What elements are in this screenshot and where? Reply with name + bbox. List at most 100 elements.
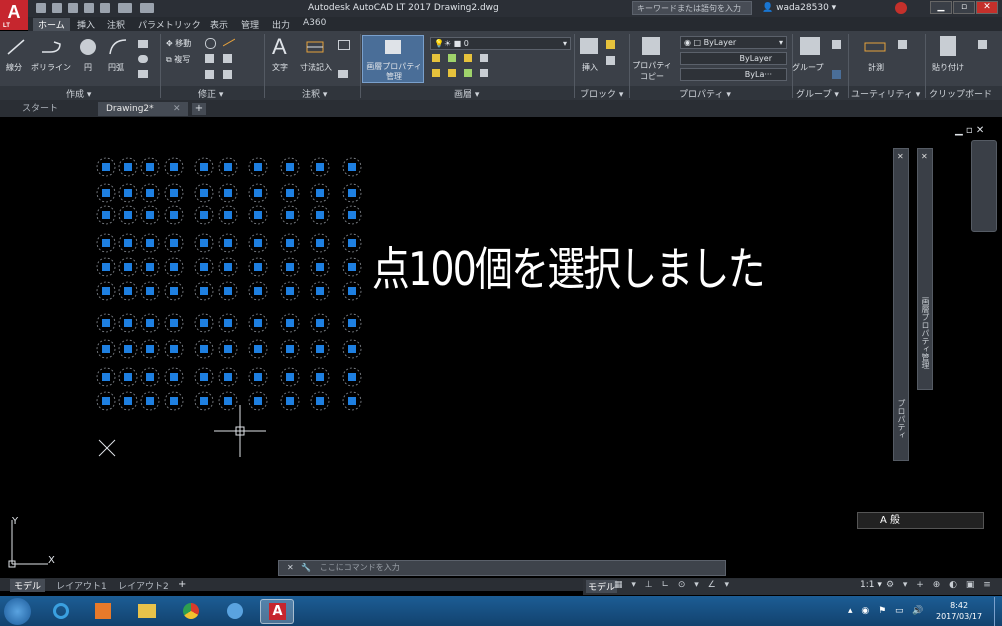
selected-point-grip[interactable] bbox=[118, 367, 138, 387]
layer-tool-icon[interactable] bbox=[464, 69, 472, 77]
selected-point-grip[interactable] bbox=[280, 339, 300, 359]
panel-draw-label[interactable]: 作成 ▾ bbox=[66, 87, 91, 100]
selected-point-grip[interactable] bbox=[140, 233, 160, 253]
layer-tool-icon[interactable] bbox=[448, 69, 456, 77]
selected-point-grip[interactable] bbox=[342, 391, 362, 411]
selected-point-grip[interactable] bbox=[248, 281, 268, 301]
annotation-scale[interactable]: 1:1 ▾ bbox=[860, 580, 882, 590]
arc-icon[interactable] bbox=[108, 38, 128, 56]
ime-toolbar[interactable]: A 般 bbox=[857, 512, 984, 529]
selected-point-grip[interactable] bbox=[96, 205, 116, 225]
selected-point-grip[interactable] bbox=[140, 157, 160, 177]
selected-point-grip[interactable] bbox=[194, 313, 214, 333]
selected-point-grip[interactable] bbox=[218, 183, 238, 203]
leader-icon[interactable] bbox=[338, 40, 350, 50]
stretch-icon[interactable] bbox=[205, 70, 214, 79]
text-icon[interactable]: A bbox=[272, 34, 287, 60]
lineweight-dropdown[interactable]: ByLa··· bbox=[680, 68, 787, 81]
selected-point-grip[interactable] bbox=[164, 157, 184, 177]
layer-tool-icon[interactable] bbox=[480, 69, 488, 77]
selected-point-grip[interactable] bbox=[248, 183, 268, 203]
boundary-icon[interactable] bbox=[138, 70, 148, 78]
status-toggles[interactable]: ▦ ▾ ⊥ ∟ ⊙ ▾ ∠ ▾ bbox=[614, 580, 732, 590]
rectangle-icon[interactable] bbox=[138, 40, 148, 48]
explorer-icon[interactable] bbox=[130, 599, 164, 624]
move-button[interactable]: ✥ 移動 bbox=[166, 38, 191, 49]
selected-point-grip[interactable] bbox=[280, 367, 300, 387]
save-icon[interactable] bbox=[68, 3, 78, 13]
selected-point-grip[interactable] bbox=[140, 257, 160, 277]
selected-point-grip[interactable] bbox=[118, 205, 138, 225]
selected-point-grip[interactable] bbox=[342, 183, 362, 203]
minimize-button[interactable]: ▁ bbox=[930, 1, 952, 14]
selected-point-grip[interactable] bbox=[248, 157, 268, 177]
selected-point-grip[interactable] bbox=[218, 339, 238, 359]
selected-point-grip[interactable] bbox=[310, 391, 330, 411]
layer-dropdown[interactable]: 💡☀ ■ 0 ▾ bbox=[430, 37, 571, 50]
selected-point-grip[interactable] bbox=[310, 205, 330, 225]
selected-point-grip[interactable] bbox=[280, 391, 300, 411]
selected-point-grip[interactable] bbox=[194, 257, 214, 277]
tab-layout1[interactable]: レイアウト1 bbox=[52, 579, 111, 592]
selected-point-grip[interactable] bbox=[310, 281, 330, 301]
selected-point-grip[interactable] bbox=[140, 367, 160, 387]
selected-point-grip[interactable] bbox=[194, 281, 214, 301]
start-button[interactable] bbox=[4, 598, 31, 625]
tab-insert[interactable]: 挿入 bbox=[77, 18, 95, 31]
selected-point-grip[interactable] bbox=[194, 183, 214, 203]
selected-point-grip[interactable] bbox=[310, 183, 330, 203]
utility-icon[interactable] bbox=[898, 40, 907, 49]
selected-point-grip[interactable] bbox=[96, 339, 116, 359]
match-properties-icon[interactable] bbox=[642, 37, 660, 55]
selected-point-grip[interactable] bbox=[280, 205, 300, 225]
selected-point-grip[interactable] bbox=[164, 257, 184, 277]
selected-points-layer[interactable] bbox=[0, 118, 1002, 578]
selected-point-grip[interactable] bbox=[248, 339, 268, 359]
selected-point-grip[interactable] bbox=[342, 257, 362, 277]
layer-tool-icon[interactable] bbox=[432, 69, 440, 77]
undo-icon[interactable] bbox=[118, 3, 132, 13]
tab-layout2[interactable]: レイアウト2 bbox=[114, 579, 173, 592]
selected-point-grip[interactable] bbox=[96, 391, 116, 411]
selected-point-grip[interactable] bbox=[248, 367, 268, 387]
insert-block-icon[interactable] bbox=[580, 38, 598, 54]
selected-point-grip[interactable] bbox=[248, 257, 268, 277]
array-icon[interactable] bbox=[223, 70, 232, 79]
selected-point-grip[interactable] bbox=[164, 367, 184, 387]
selected-point-grip[interactable] bbox=[310, 313, 330, 333]
selected-point-grip[interactable] bbox=[164, 233, 184, 253]
tab-parametric[interactable]: パラメトリック bbox=[138, 18, 201, 31]
new-icon[interactable] bbox=[36, 3, 46, 13]
selected-point-grip[interactable] bbox=[118, 233, 138, 253]
trim-icon[interactable] bbox=[222, 38, 236, 47]
ie-icon[interactable] bbox=[44, 599, 78, 624]
selected-point-grip[interactable] bbox=[194, 157, 214, 177]
line-icon[interactable] bbox=[6, 38, 26, 56]
model-space-button[interactable]: モデル bbox=[586, 580, 618, 593]
tab-start[interactable]: スタート bbox=[14, 102, 66, 116]
selected-point-grip[interactable] bbox=[342, 339, 362, 359]
layer-properties-button[interactable]: 画層プロパティ管理 bbox=[362, 35, 424, 83]
print-icon[interactable] bbox=[100, 3, 110, 13]
selected-point-grip[interactable] bbox=[118, 257, 138, 277]
tab-manage[interactable]: 管理 bbox=[241, 18, 259, 31]
autocad-taskbar-icon[interactable]: A bbox=[260, 599, 294, 624]
panel-utilities-label[interactable]: ユーティリティ ▾ bbox=[851, 87, 920, 100]
selected-point-grip[interactable] bbox=[118, 281, 138, 301]
panel-layer-label[interactable]: 画層 ▾ bbox=[454, 87, 479, 100]
selected-point-grip[interactable] bbox=[118, 183, 138, 203]
close-tab-icon[interactable]: ✕ bbox=[173, 104, 181, 114]
restore-button[interactable]: ▫ bbox=[953, 1, 975, 14]
palette-close-icon[interactable]: ✕ bbox=[897, 152, 904, 161]
chrome-icon[interactable] bbox=[174, 599, 208, 624]
command-settings-icon[interactable]: 🔧 bbox=[301, 563, 311, 572]
selected-point-grip[interactable] bbox=[164, 339, 184, 359]
selected-point-grip[interactable] bbox=[218, 367, 238, 387]
selected-point-grip[interactable] bbox=[342, 233, 362, 253]
navigation-bar[interactable] bbox=[971, 140, 997, 232]
panel-modify-label[interactable]: 修正 ▾ bbox=[198, 87, 223, 100]
selected-point-grip[interactable] bbox=[218, 157, 238, 177]
selected-point-grip[interactable] bbox=[194, 233, 214, 253]
tab-model[interactable]: モデル bbox=[10, 579, 46, 592]
command-close-icon[interactable]: ✕ bbox=[287, 563, 294, 572]
